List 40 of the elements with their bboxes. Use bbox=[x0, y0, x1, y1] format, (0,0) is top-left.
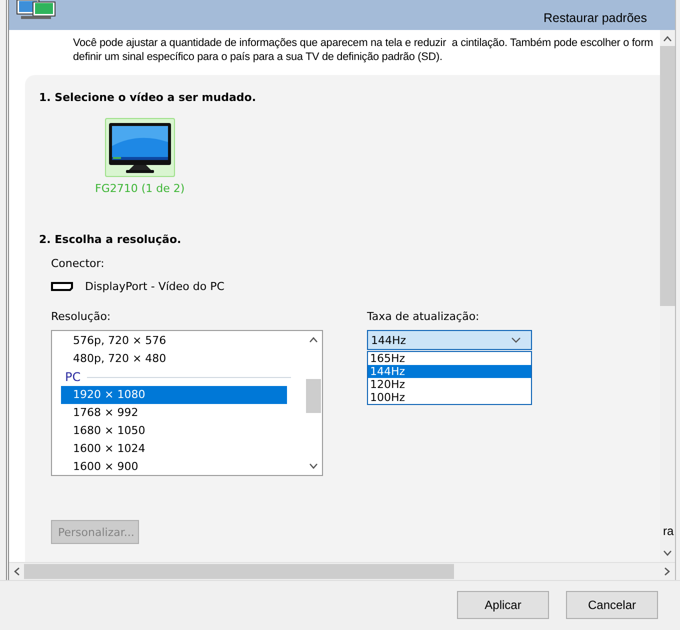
refresh-rate-dropdown[interactable]: 144Hz bbox=[367, 330, 532, 350]
list-item[interactable]: 1768 × 992 bbox=[61, 404, 287, 422]
dropdown-option[interactable]: 165Hz bbox=[368, 352, 531, 365]
scroll-up-icon[interactable] bbox=[663, 36, 672, 42]
monitor-icon bbox=[108, 122, 172, 174]
scroll-thumb[interactable] bbox=[306, 379, 321, 413]
scroll-up-icon[interactable] bbox=[309, 337, 318, 343]
list-item[interactable]: 1920 × 1080 bbox=[61, 386, 287, 404]
description-text: Você pode ajustar a quantidade de informações que aparecem na tela e reduzir a cintilação. Também pode escolher o form definir um sinal específico para o país para a sua TV de definição padrão (SD). bbox=[72, 36, 654, 65]
resolution-list[interactable]: 576p, 720 × 576 480p, 720 × 480 PC 1920 × 1080 1768 × 992 1680 × 1050 1600 × 1024 1600 × 900 bbox=[51, 330, 323, 476]
dropdown-option[interactable]: 120Hz bbox=[368, 378, 531, 391]
dialog-button[interactable]: Aplicar bbox=[457, 591, 549, 619]
refresh-rate-label: Taxa de atualização: bbox=[367, 310, 480, 325]
dropdown-option[interactable]: 100Hz bbox=[368, 391, 531, 404]
scrollbar[interactable] bbox=[660, 30, 675, 562]
scrollbar[interactable] bbox=[9, 562, 675, 580]
port-icon bbox=[51, 282, 73, 291]
section-title: 2. Escolha a resolução. bbox=[39, 233, 182, 246]
dropdown-option[interactable]: 144Hz bbox=[368, 365, 531, 378]
connector-name: DisplayPort - Vídeo do PC bbox=[85, 280, 224, 293]
scroll-thumb[interactable] bbox=[24, 564, 454, 579]
scroll-right-icon[interactable] bbox=[664, 567, 670, 576]
connector-label: Conector: bbox=[51, 257, 106, 270]
list-item[interactable]: 576p, 720 × 576 bbox=[61, 332, 287, 350]
scroll-down-icon[interactable] bbox=[309, 463, 318, 469]
scroll-thumb[interactable] bbox=[660, 46, 675, 306]
restore-defaults-link[interactable]: Restaurar padrões bbox=[543, 11, 647, 25]
dialog-button[interactable]: Cancelar bbox=[566, 591, 658, 619]
scroll-left-icon[interactable] bbox=[14, 567, 20, 576]
list-item[interactable]: 480p, 720 × 480 bbox=[61, 350, 287, 368]
display-name: FG2710 (1 de 2) bbox=[95, 182, 185, 195]
display-tile[interactable] bbox=[104, 118, 175, 177]
list-item[interactable]: 1600 × 1024 bbox=[61, 440, 287, 458]
list-item[interactable]: 1600 × 900 bbox=[61, 458, 287, 476]
section-title: 1. Selecione o vídeo a ser mudado. bbox=[39, 91, 258, 104]
chevron-down-icon bbox=[511, 337, 521, 343]
scroll-down-icon[interactable] bbox=[663, 550, 672, 556]
group-header: PC bbox=[65, 370, 81, 384]
list-item[interactable]: 1680 × 1050 bbox=[61, 422, 287, 440]
resolution-label: Resolução: bbox=[51, 310, 112, 325]
